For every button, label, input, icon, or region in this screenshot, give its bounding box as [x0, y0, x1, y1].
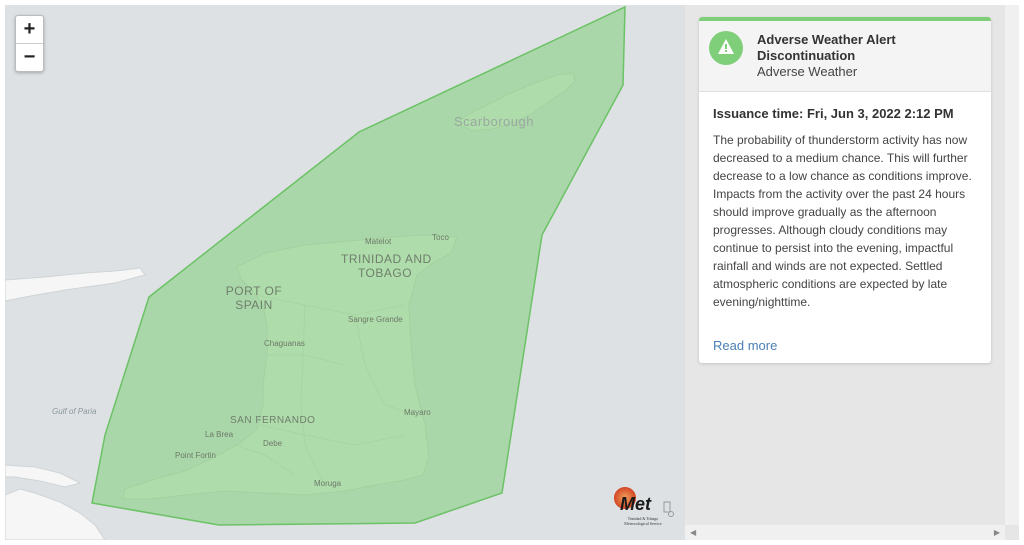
alert-card: Adverse Weather Alert Discontinuation Ad… [699, 17, 991, 363]
label-chaguanas: Chaguanas [264, 339, 305, 348]
alert-description: The probability of thunderstorm activity… [713, 133, 972, 309]
read-more-link[interactable]: Read more [713, 338, 977, 353]
zoom-out-button[interactable]: − [16, 43, 43, 71]
zoom-control: + − [15, 15, 44, 72]
horizontal-scrollbar[interactable]: ◀ ▶ [685, 525, 1005, 540]
label-trinidad-and-tobago: TRINIDAD AND TOBAGO [341, 252, 432, 280]
alert-card-header: Adverse Weather Alert Discontinuation Ad… [699, 17, 991, 92]
label-sangre-grande: Sangre Grande [348, 315, 403, 324]
alert-subtitle: Adverse Weather [757, 64, 858, 79]
label-matelot: Matelot [365, 237, 392, 246]
label-port-of-spain: PORT OF SPAIN [223, 285, 285, 311]
app-frame: Scarborough TRINIDAD AND TOBAGO PORT OF … [5, 5, 1019, 540]
issuance-value: Fri, Jun 3, 2022 2:12 PM [806, 106, 954, 121]
label-san-fernando: SAN FERNANDO [230, 415, 316, 426]
scroll-right-arrow-icon[interactable]: ▶ [994, 528, 1000, 537]
label-toco: Toco [432, 233, 449, 242]
met-service-logo: Met [614, 487, 674, 517]
warning-icon [709, 31, 743, 65]
alert-card-body: Issuance time: Fri, Jun 3, 2022 2:12 PM … [699, 92, 991, 353]
vertical-scrollbar[interactable] [1005, 5, 1019, 525]
alert-title: Adverse Weather Alert Discontinuation [757, 32, 896, 63]
coastline-south-venezuela [5, 488, 106, 540]
label-point-fortin: Point Fortin [175, 451, 216, 460]
label-line: TRINIDAD AND [341, 252, 432, 266]
label-scarborough: Scarborough [454, 114, 534, 129]
coastline-north-venezuela [5, 267, 146, 302]
map[interactable]: Scarborough TRINIDAD AND TOBAGO PORT OF … [5, 5, 685, 540]
logo-caption: Trinidad & Tobago Meteorological Service [613, 516, 673, 526]
logo-brand-text: Met [620, 494, 652, 514]
scroll-left-arrow-icon[interactable]: ◀ [690, 528, 696, 537]
logo-caption-line: Meteorological Service [624, 521, 662, 526]
label-mayaro: Mayaro [404, 408, 431, 417]
alert-panel: Adverse Weather Alert Discontinuation Ad… [685, 5, 1019, 540]
issuance-label: Issuance time: [713, 106, 804, 121]
zoom-in-button[interactable]: + [16, 16, 43, 43]
issuance-time: Issuance time: Fri, Jun 3, 2022 2:12 PM [713, 106, 977, 121]
label-moruga: Moruga [314, 479, 342, 488]
label-la-brea: La Brea [205, 430, 234, 439]
label-line: SPAIN [235, 298, 273, 312]
label-line: TOBAGO [357, 266, 413, 280]
coastline-venezuela-point [5, 464, 82, 488]
label-line: PORT OF [225, 284, 283, 298]
label-gulf-of-paria: Gulf of Paria [52, 407, 97, 416]
label-debe: Debe [263, 439, 283, 448]
